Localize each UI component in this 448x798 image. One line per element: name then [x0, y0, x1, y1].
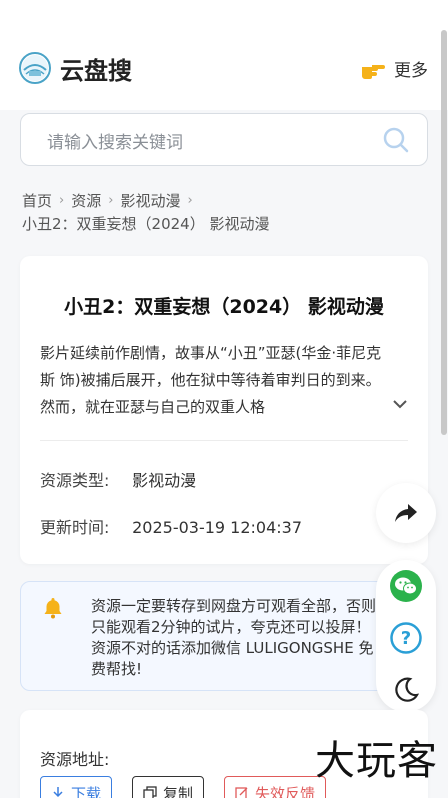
breadcrumb-home[interactable]: 首页 — [22, 190, 52, 211]
copy-button[interactable]: 复制 — [132, 776, 205, 798]
chevron-right-icon: › — [59, 193, 65, 208]
report-invalid-button[interactable]: 失效反馈 — [224, 776, 327, 798]
notice-box: 资源一定要转存到网盘方可观看全部，否则只能观看2分钟的试片，夸克还可以投屏！资源… — [20, 581, 428, 691]
chevron-right-icon: › — [108, 193, 114, 208]
download-button[interactable]: 下载 — [40, 776, 113, 798]
copy-label: 复制 — [163, 784, 194, 798]
header: 云盘搜 更多 — [0, 0, 448, 110]
resource-title: 小丑2：双重妄想（2024） 影视动漫 — [64, 296, 384, 318]
notice-text: 资源一定要转存到网盘方可观看全部，否则只能观看2分钟的试片，夸克还可以投屏！资源… — [91, 597, 377, 678]
updated-time-value: 2025-03-19 12:04:37 — [132, 518, 303, 537]
resource-description: 影片延续前作剧情，故事从“小丑”亚瑟(华金·菲尼克斯 饰)被捕后展开，他在狱中等… — [40, 344, 382, 416]
search-icon[interactable] — [383, 127, 409, 153]
pointing-hand-icon — [362, 64, 385, 79]
chevron-down-icon[interactable] — [392, 398, 408, 410]
chevron-right-icon: › — [187, 193, 193, 208]
updated-time-row: 更新时间: 2025-03-19 12:04:37 — [40, 514, 302, 538]
help-icon[interactable]: ? — [390, 622, 422, 654]
dark-mode-icon[interactable] — [390, 673, 422, 705]
edit-icon — [235, 787, 248, 798]
resource-address-label: 资源地址: — [40, 750, 110, 769]
floating-toolbar: ? — [376, 560, 436, 712]
updated-time-label: 更新时间: — [40, 518, 110, 537]
site-title[interactable]: 云盘搜 — [60, 51, 132, 86]
breadcrumb: 首页 › 资源 › 影视动漫 › — [22, 190, 200, 211]
report-label: 失效反馈 — [255, 784, 316, 798]
divider — [40, 440, 408, 441]
search-input[interactable]: 请输入搜索关键词 — [47, 128, 183, 153]
breadcrumb-category[interactable]: 影视动漫 — [120, 190, 180, 211]
search-box[interactable]: 请输入搜索关键词 — [20, 113, 428, 166]
copy-icon — [143, 786, 157, 798]
breadcrumb-current: 小丑2：双重妄想（2024） 影视动漫 — [22, 213, 270, 234]
watermark: 大玩客 — [315, 738, 438, 784]
svg-text:?: ? — [401, 628, 411, 649]
resource-type-label: 资源类型: — [40, 471, 110, 490]
more-label: 更多 — [394, 61, 428, 81]
share-icon — [395, 504, 417, 522]
scrollbar[interactable] — [440, 30, 448, 435]
more-menu-button[interactable]: 更多 — [360, 56, 428, 81]
wechat-icon[interactable] — [390, 570, 422, 602]
share-button[interactable] — [376, 483, 436, 543]
resource-type-row: 资源类型: 影视动漫 — [40, 467, 196, 491]
detail-card: 小丑2：双重妄想（2024） 影视动漫 影片延续前作剧情，故事从“小丑”亚瑟(华… — [20, 256, 428, 564]
breadcrumb-resource[interactable]: 资源 — [71, 190, 101, 211]
site-logo[interactable] — [19, 52, 51, 84]
download-icon — [53, 787, 63, 798]
bell-icon — [44, 598, 62, 619]
scrollbar-thumb[interactable] — [441, 30, 447, 435]
breadcrumb-current-label: 小丑2：双重妄想（2024） 影视动漫 — [22, 215, 270, 233]
resource-type-value: 影视动漫 — [132, 471, 197, 490]
download-label: 下载 — [71, 784, 102, 798]
